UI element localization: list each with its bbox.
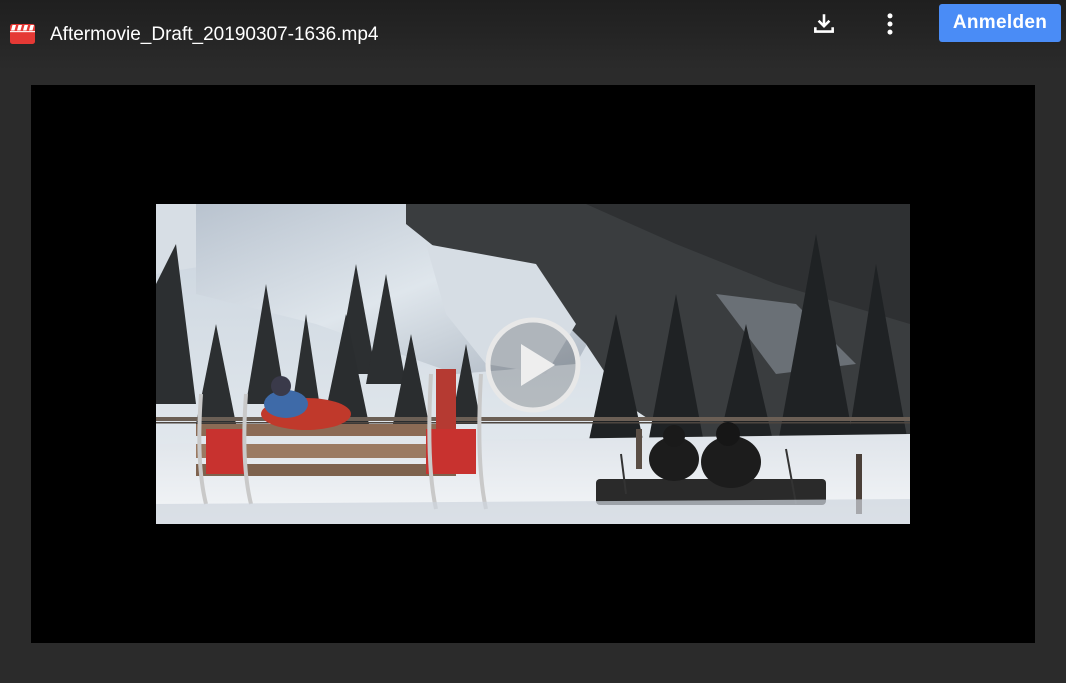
file-title: Aftermovie_Draft_20190307-1636.mp4 bbox=[50, 24, 379, 45]
more-options-button[interactable] bbox=[872, 6, 908, 42]
sign-in-button[interactable]: Anmelden bbox=[939, 4, 1061, 42]
more-vertical-icon bbox=[887, 13, 893, 35]
download-button[interactable] bbox=[806, 6, 842, 42]
drive-video-preview: Aftermovie_Draft_20190307-1636.mp4 Anmel… bbox=[0, 0, 1066, 683]
video-file-icon bbox=[10, 24, 35, 44]
download-icon bbox=[814, 14, 834, 33]
play-button[interactable] bbox=[484, 316, 582, 414]
top-bar: Aftermovie_Draft_20190307-1636.mp4 Anmel… bbox=[0, 0, 1066, 70]
video-player[interactable] bbox=[31, 85, 1035, 643]
